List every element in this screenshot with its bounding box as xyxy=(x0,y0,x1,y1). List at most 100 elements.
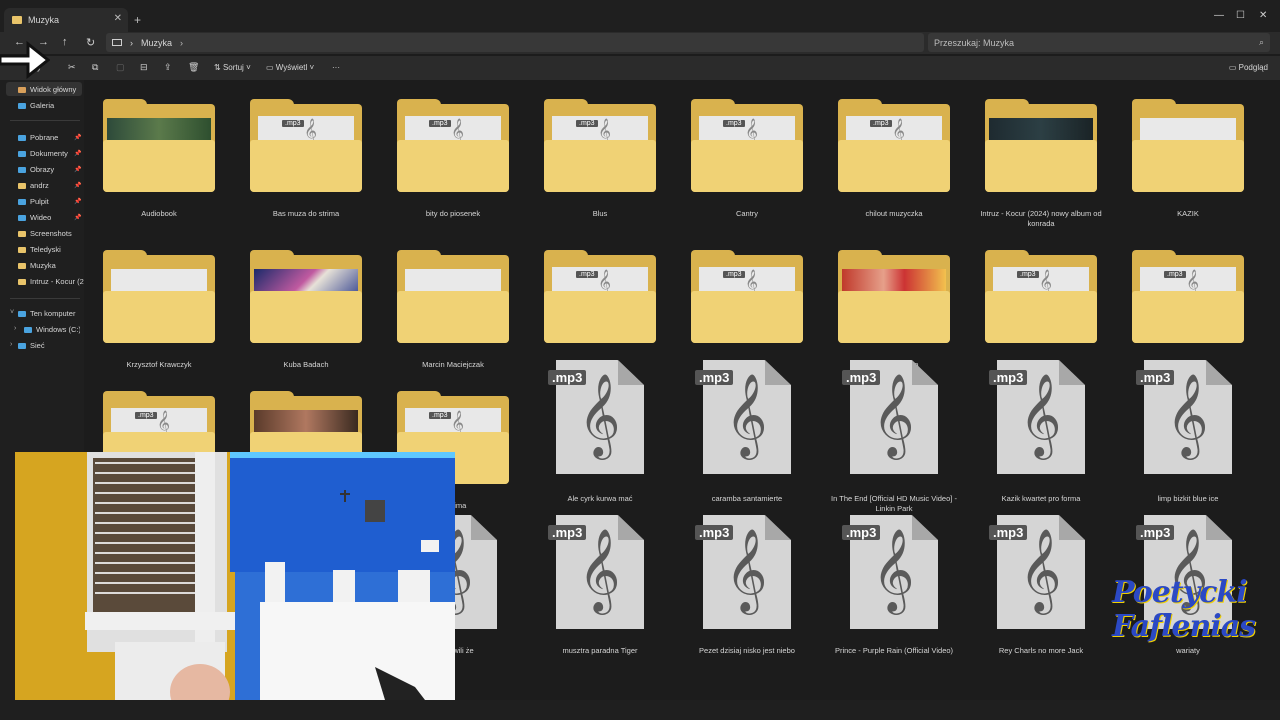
pin-icon: 📌 xyxy=(74,151,82,157)
file-type-badge: .mp3 xyxy=(135,412,157,419)
sidebar-item-teledyski[interactable]: Teledyski xyxy=(18,245,84,254)
file-type-badge: .mp3 xyxy=(429,120,451,127)
sidebar-item-screenshots[interactable]: Screenshots xyxy=(18,229,84,238)
status-bar xyxy=(0,700,1280,720)
folder-item[interactable]: .mp3 𝄞 bity do piosenek xyxy=(380,99,526,240)
home-icon xyxy=(18,86,26,93)
maximize-button[interactable]: ☐ xyxy=(1236,10,1245,21)
folder-item[interactable]: KAZIK xyxy=(1115,99,1261,240)
breadcrumb-muzyka[interactable]: Muzyka xyxy=(141,38,172,48)
folder-icon xyxy=(103,250,215,343)
folder-item[interactable]: .mp3 𝄞 Blus xyxy=(527,99,673,240)
sidebar-item-intruz[interactable]: Intruz - Kocur (2024) xyxy=(18,277,84,286)
folder-item[interactable]: .mp3 𝄞 Bas muza do strima xyxy=(233,99,379,240)
folder-icon: .mp3 𝄞 xyxy=(397,99,509,192)
mp3-file-item[interactable]: .mp3 𝄞 Pezet dzisiaj nisko jest niebo xyxy=(674,515,820,683)
sidebar-item-label: Muzyka xyxy=(30,261,56,270)
close-window-button[interactable]: ✕ xyxy=(1259,10,1267,21)
sidebar-item-this-pc[interactable]: Ten komputer xyxy=(18,309,84,318)
paste-icon[interactable]: ▢ xyxy=(116,62,125,73)
item-label: Krzysztof Krawczyk xyxy=(126,360,192,369)
folder-item[interactable]: Kuba Badach xyxy=(233,250,379,391)
folder-item[interactable]: Marcin Maciejczak xyxy=(380,250,526,391)
mp3-file-item[interactable]: .mp3 𝄞 caramba santamierte xyxy=(674,360,820,532)
sort-label: Sortuj xyxy=(222,63,244,72)
sidebar-item-label: Sieć xyxy=(30,341,45,350)
sidebar-item-windows-c[interactable]: Windows (C:) xyxy=(24,325,80,334)
mp3-file-item[interactable]: .mp3 𝄞 In The End [Official HD Music Video… xyxy=(821,360,967,532)
share-icon[interactable]: ⇪ xyxy=(164,62,172,73)
folder-item[interactable]: .mp3 𝄞 Cantry xyxy=(674,99,820,240)
chevron-right-icon[interactable]: › xyxy=(180,38,183,48)
item-label: Pezet dzisiaj nisko jest niebo xyxy=(699,646,795,655)
delete-icon[interactable]: 🗑 xyxy=(188,62,199,73)
close-tab-icon[interactable]: ✕ xyxy=(114,13,122,24)
download-icon xyxy=(18,134,26,141)
divider xyxy=(10,120,80,121)
documents-icon xyxy=(18,150,26,157)
cut-icon[interactable]: ✂ xyxy=(68,62,76,73)
preview-label: Podgląd xyxy=(1238,63,1268,72)
sidebar-item-label: Teledyski xyxy=(30,245,61,254)
pictures-icon xyxy=(18,166,26,173)
mp3-file-item[interactable]: .mp3 𝄞 Prince - Purple Rain (Official Vide… xyxy=(821,515,967,683)
pin-icon: 📌 xyxy=(74,183,82,189)
mp3-file-item[interactable]: .mp3 𝄞 limp bizkit blue ice xyxy=(1115,360,1261,532)
sidebar-item-label: andrz xyxy=(30,181,49,190)
item-label: Prince - Purple Rain (Official Video) xyxy=(834,646,954,655)
chevron-right-icon[interactable]: › xyxy=(10,341,12,348)
sort-button[interactable]: ⇅ Sortuj ˅ xyxy=(214,63,251,72)
mp3-file-item[interactable]: .mp3 𝄞 Rey Charls no more Jack xyxy=(968,515,1114,683)
item-label: bity do piosenek xyxy=(425,209,481,218)
folder-icon xyxy=(1132,99,1244,192)
new-tab-button[interactable]: + xyxy=(134,13,141,27)
item-label: Rey Charls no more Jack xyxy=(998,646,1084,655)
up-button[interactable]: ↑ xyxy=(62,36,68,48)
rename-icon[interactable]: ⊟ xyxy=(140,62,148,73)
sidebar-item-network[interactable]: Sieć xyxy=(18,341,84,350)
minimize-button[interactable]: — xyxy=(1214,10,1224,21)
drive-icon xyxy=(24,326,32,333)
tab-muzyka[interactable]: Muzyka ✕ xyxy=(4,8,128,32)
more-options-button[interactable]: ··· xyxy=(332,63,340,72)
folder-item[interactable]: Audiobook xyxy=(86,99,232,240)
sidebar-item-label: Windows (C:) xyxy=(36,325,80,334)
video-icon xyxy=(18,214,26,221)
folder-icon xyxy=(397,250,509,343)
item-label: Intruz - Kocur (2024) nowy album od konr… xyxy=(980,209,1102,228)
item-label: Bas muza do strima xyxy=(272,209,340,218)
channel-watermark: Poetycki Faflenias xyxy=(1112,576,1256,644)
item-label: In The End [Official HD Music Video] - L… xyxy=(831,494,957,513)
folder-icon: .mp3 𝄞 xyxy=(250,99,362,192)
item-label: Kazik kwartet pro forma xyxy=(1001,494,1081,503)
folder-icon: .mp3 𝄞 xyxy=(985,250,1097,343)
view-button[interactable]: ▭ Wyświetl ˅ xyxy=(266,63,314,72)
sidebar-item-label: Widok główny xyxy=(30,85,77,94)
item-label: caramba santamierte xyxy=(711,494,783,503)
folder-icon xyxy=(18,230,26,237)
folder-item[interactable]: Krzysztof Krawczyk xyxy=(86,250,232,391)
preview-button[interactable]: ▭ Podgląd xyxy=(1229,63,1268,72)
chevron-down-icon[interactable]: ˅ xyxy=(10,309,14,316)
mp3-file-item[interactable]: .mp3 𝄞 musztra paradna Tiger xyxy=(527,515,673,683)
mp3-file-item[interactable]: .mp3 𝄞 Kazik kwartet pro forma xyxy=(968,360,1114,532)
tab-label: Muzyka xyxy=(28,15,60,25)
folder-icon: .mp3 𝄞 xyxy=(544,250,656,343)
address-bar[interactable]: › Muzyka › xyxy=(106,33,924,52)
item-label: Blus xyxy=(592,209,608,218)
sidebar-item-label: Screenshots xyxy=(30,229,72,238)
chevron-right-icon[interactable]: › xyxy=(14,325,16,332)
sidebar-item-home[interactable]: Widok główny xyxy=(18,85,84,94)
mp3-file-item[interactable]: .mp3 𝄞 Ale cyrk kurwa mać xyxy=(527,360,673,532)
search-icon: ⌕ xyxy=(1258,37,1264,47)
item-label: Kuba Badach xyxy=(283,360,329,369)
pin-icon: 📌 xyxy=(74,199,82,205)
search-input[interactable]: Przeszukaj: Muzyka ⌕ xyxy=(928,33,1270,52)
sidebar-item-label: Pulpit xyxy=(30,197,49,206)
refresh-button[interactable]: ↻ xyxy=(86,36,95,49)
sidebar-item-muzyka[interactable]: Muzyka xyxy=(18,261,84,270)
folder-item[interactable]: .mp3 𝄞 chilout muzyczka xyxy=(821,99,967,240)
sidebar-item-gallery[interactable]: Galeria xyxy=(18,101,84,110)
folder-item[interactable]: Intruz - Kocur (2024) nowy album od konr… xyxy=(968,99,1114,240)
copy-icon[interactable]: ⧉ xyxy=(92,62,98,73)
